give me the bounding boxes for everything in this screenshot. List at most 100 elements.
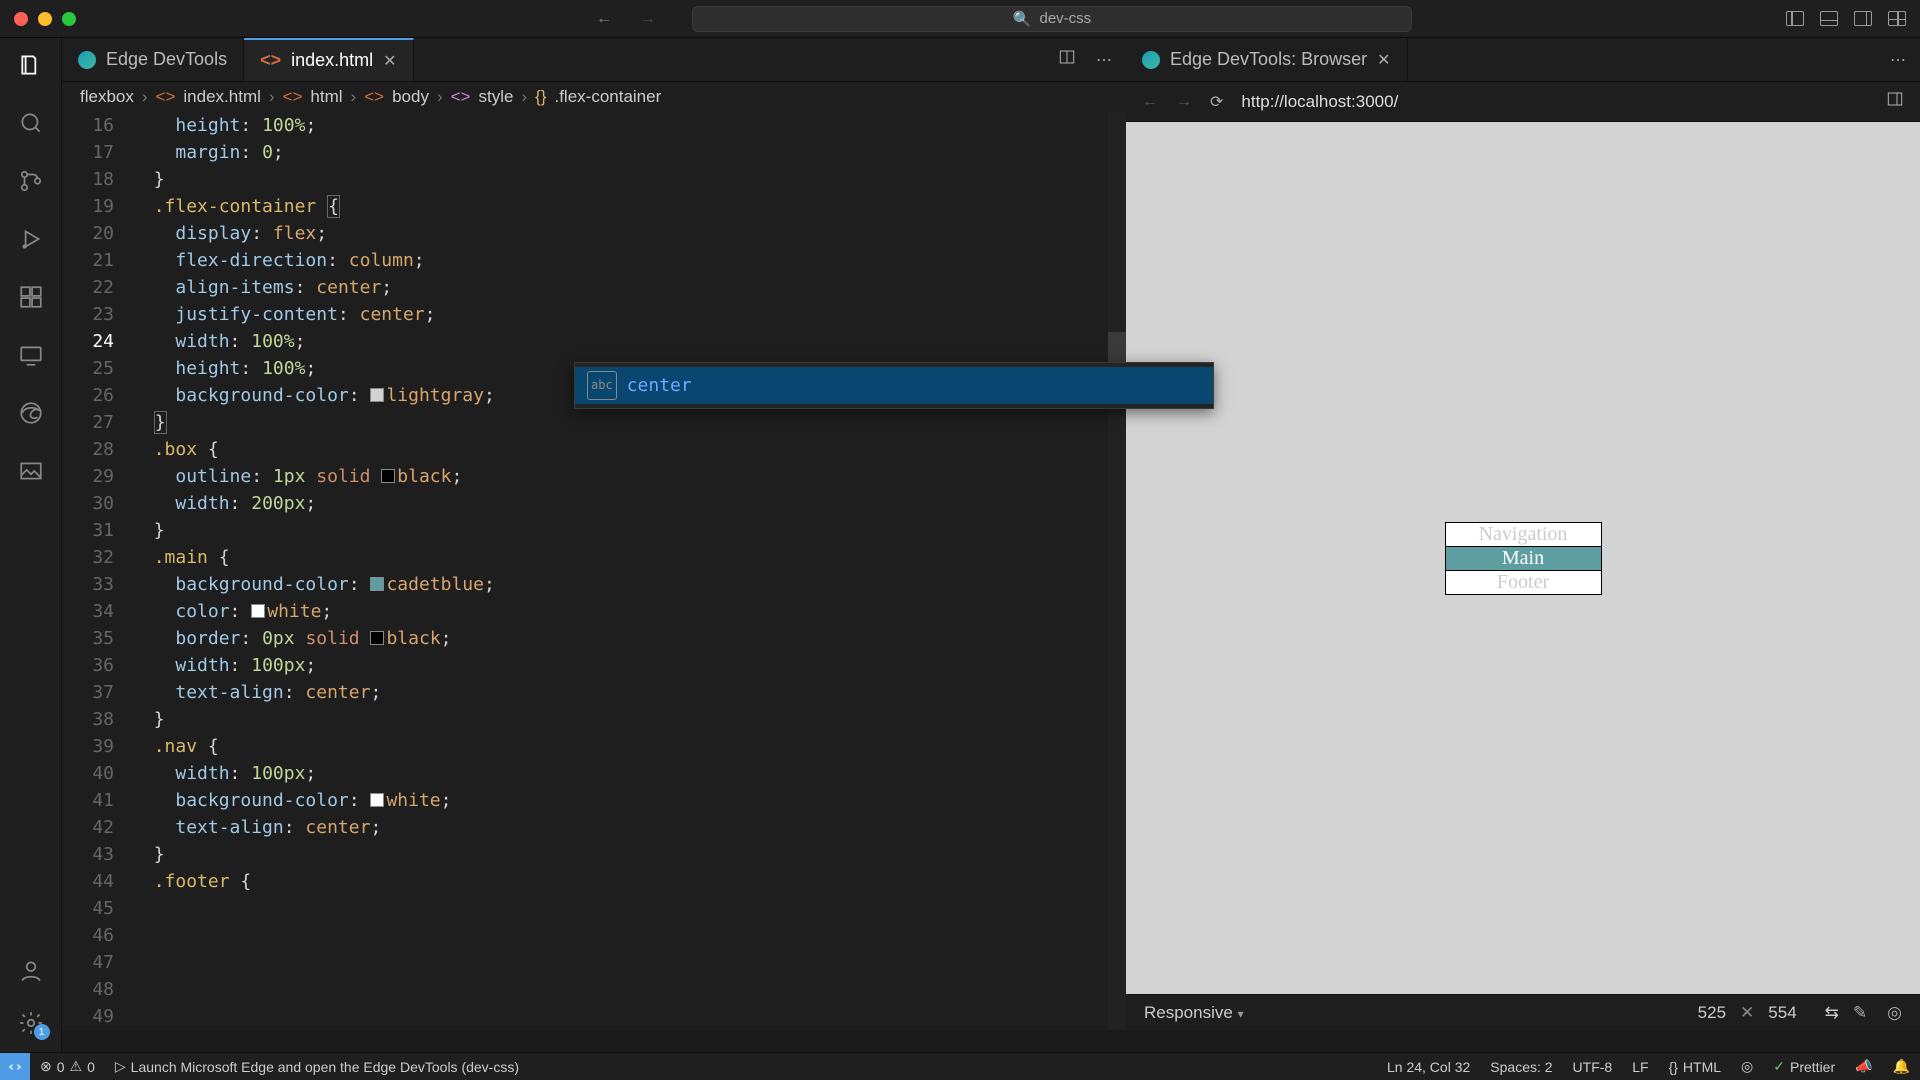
color-picker-icon[interactable]: ✎ — [1853, 1003, 1867, 1023]
tab-label: Edge DevTools: Browser — [1170, 49, 1367, 70]
preview-nav-box: Navigation — [1446, 523, 1601, 547]
close-tab-button[interactable]: ✕ — [383, 51, 396, 71]
edge-tools-icon[interactable] — [18, 400, 44, 426]
preview-status-bar: Responsive ▾ 525 ✕ 554 ⇆ ✎ ◎ — [1126, 994, 1920, 1030]
code-editor[interactable]: 1617181920212223242526272829303132333435… — [62, 112, 1126, 1030]
viewport-width[interactable]: 525 — [1698, 1003, 1726, 1023]
statusbar: ⊗0 ⚠0 ▷ Launch Microsoft Edge and open t… — [0, 1052, 1920, 1080]
toggle-panel-button[interactable] — [1820, 11, 1838, 26]
suggest-item-center[interactable]: abc center — [575, 367, 1213, 404]
preview-footer-box: Footer — [1446, 571, 1601, 594]
close-window-button[interactable] — [14, 12, 28, 26]
layout-controls — [1786, 11, 1906, 26]
problems-button[interactable]: ⊗0 ⚠0 — [30, 1058, 105, 1075]
edge-icon — [1142, 51, 1160, 69]
eol-button[interactable]: LF — [1622, 1059, 1658, 1075]
settings-gear-icon[interactable]: 1 — [18, 1010, 44, 1036]
cursor-position[interactable]: Ln 24, Col 32 — [1377, 1059, 1480, 1075]
check-icon: ✓ — [1773, 1058, 1785, 1075]
forward-button[interactable]: → — [640, 10, 656, 28]
more-actions-button[interactable]: ⋯ — [1890, 50, 1906, 70]
history-nav: ← → — [596, 10, 656, 28]
encoding-button[interactable]: UTF-8 — [1563, 1059, 1623, 1075]
settings-badge: 1 — [34, 1024, 50, 1040]
tab-bar-right: Edge DevTools: Browser ✕ ⋯ — [1126, 38, 1920, 82]
browser-back-button[interactable]: ← — [1142, 93, 1158, 111]
image-preview-icon[interactable] — [18, 458, 44, 484]
notifications-button[interactable]: 🔔 — [1883, 1058, 1920, 1075]
bc-html[interactable]: html — [310, 87, 342, 107]
suggest-label: center — [627, 372, 692, 399]
braces-icon: {} — [535, 87, 546, 107]
bc-body[interactable]: body — [392, 87, 429, 107]
search-icon[interactable] — [18, 110, 44, 136]
indentation-button[interactable]: Spaces: 2 — [1480, 1059, 1562, 1075]
toggle-primary-sidebar-button[interactable] — [1786, 11, 1804, 26]
inspect-icon[interactable]: ◎ — [1887, 1003, 1902, 1023]
tab-label: Edge DevTools — [106, 49, 227, 70]
accounts-icon[interactable] — [18, 958, 44, 984]
back-button[interactable]: ← — [596, 10, 612, 28]
tab-label: index.html — [291, 50, 373, 71]
responsive-dropdown[interactable]: Responsive ▾ — [1144, 1003, 1244, 1023]
editor-group-right: Edge DevTools: Browser ✕ ⋯ ← → ⟳ http://… — [1126, 38, 1920, 1030]
remote-indicator[interactable] — [0, 1053, 30, 1080]
rotate-viewport-button[interactable]: ⇆ — [1825, 1003, 1839, 1023]
code-content[interactable]: height: 100%; margin: 0; } .flex-contain… — [132, 112, 1126, 1030]
debug-icon: ▷ — [115, 1058, 126, 1075]
viewport-height[interactable]: 554 — [1768, 1003, 1796, 1023]
titlebar: ← → 🔍 dev-css — [0, 0, 1920, 38]
maximize-window-button[interactable] — [62, 12, 76, 26]
open-devtools-button[interactable] — [1886, 91, 1904, 112]
launch-edge-button[interactable]: ▷ Launch Microsoft Edge and open the Edg… — [105, 1058, 529, 1075]
tag-icon: <> — [364, 87, 384, 107]
tab-edge-browser[interactable]: Edge DevTools: Browser ✕ — [1126, 38, 1408, 81]
toggle-secondary-sidebar-button[interactable] — [1854, 11, 1872, 26]
tab-edge-devtools[interactable]: Edge DevTools — [62, 38, 244, 81]
bc-selector[interactable]: .flex-container — [554, 87, 661, 107]
more-actions-button[interactable]: ⋯ — [1096, 50, 1112, 70]
bc-file[interactable]: index.html — [183, 87, 260, 107]
suggest-widget[interactable]: abc center — [574, 362, 1214, 409]
editor-group-left: Edge DevTools <> index.html ✕ ⋯ flexbox›… — [62, 38, 1126, 1030]
explorer-icon[interactable] — [18, 52, 44, 78]
bc-style[interactable]: style — [478, 87, 513, 107]
browser-forward-button[interactable]: → — [1176, 93, 1192, 111]
run-debug-icon[interactable] — [18, 226, 44, 252]
megaphone-icon: 📣 — [1855, 1058, 1872, 1075]
extensions-icon[interactable] — [18, 284, 44, 310]
live-preview-button[interactable]: ◎ — [1731, 1058, 1763, 1075]
warning-icon: ⚠ — [70, 1058, 83, 1075]
html-file-icon: <> — [156, 87, 176, 107]
source-control-icon[interactable] — [18, 168, 44, 194]
preview-main-box: Main — [1446, 547, 1601, 571]
dimension-x-icon: ✕ — [1740, 1003, 1754, 1023]
browser-reload-button[interactable]: ⟳ — [1210, 92, 1223, 112]
remote-explorer-icon[interactable] — [18, 342, 44, 368]
command-center[interactable]: 🔍 dev-css — [692, 6, 1412, 32]
prettier-button[interactable]: ✓Prettier — [1763, 1058, 1845, 1075]
broadcast-icon: ◎ — [1741, 1058, 1753, 1075]
preview-flex-container: Navigation Main Footer — [1446, 523, 1601, 594]
workbench: 1 Edge DevTools <> index.html ✕ — [0, 38, 1920, 1052]
browser-url[interactable]: http://localhost:3000/ — [1241, 92, 1868, 112]
split-editor-button[interactable] — [1058, 49, 1076, 70]
feedback-button[interactable]: 📣 — [1845, 1058, 1882, 1075]
activity-bar: 1 — [0, 38, 62, 1052]
language-mode-button[interactable]: {}HTML — [1659, 1059, 1731, 1075]
window-controls — [14, 12, 76, 26]
minimize-window-button[interactable] — [38, 12, 52, 26]
bc-folder[interactable]: flexbox — [80, 87, 134, 107]
breadcrumb[interactable]: flexbox› <> index.html› <> html› <> body… — [62, 82, 1126, 112]
line-number-gutter[interactable]: 1617181920212223242526272829303132333435… — [62, 112, 132, 1030]
minimap[interactable] — [1108, 112, 1126, 1030]
tag-icon: <> — [451, 87, 471, 107]
error-icon: ⊗ — [40, 1058, 52, 1075]
command-center-text: dev-css — [1040, 10, 1092, 27]
search-icon: 🔍 — [1013, 10, 1032, 28]
tab-bar-left: Edge DevTools <> index.html ✕ ⋯ — [62, 38, 1126, 82]
browser-preview[interactable]: Navigation Main Footer — [1126, 122, 1920, 994]
close-tab-button[interactable]: ✕ — [1377, 50, 1390, 70]
customize-layout-button[interactable] — [1888, 11, 1906, 26]
tab-index-html[interactable]: <> index.html ✕ — [244, 38, 413, 81]
